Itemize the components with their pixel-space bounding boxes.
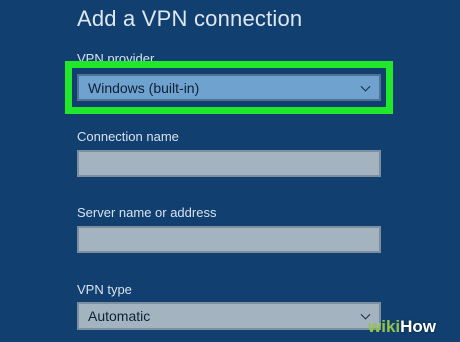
vpn-type-value: Automatic bbox=[88, 308, 151, 324]
connection-name-field[interactable] bbox=[77, 150, 381, 177]
wikihow-watermark: wiki How bbox=[364, 314, 456, 340]
vpn-provider-dropdown[interactable]: Windows (built-in) bbox=[77, 74, 381, 101]
chevron-down-icon bbox=[360, 81, 371, 92]
server-name-label: Server name or address bbox=[77, 205, 217, 220]
watermark-wiki-text: wiki bbox=[368, 317, 401, 336]
vpn-type-label: VPN type bbox=[77, 282, 132, 297]
server-name-field[interactable] bbox=[77, 226, 381, 253]
vpn-settings-page: Add a VPN connection VPN provider Window… bbox=[0, 0, 460, 342]
vpn-provider-value: Windows (built-in) bbox=[88, 79, 200, 96]
connection-name-input[interactable] bbox=[79, 152, 379, 175]
vpn-type-dropdown[interactable]: Automatic bbox=[77, 302, 381, 330]
watermark-how-text: How bbox=[400, 317, 437, 336]
page-title: Add a VPN connection bbox=[77, 6, 303, 31]
connection-name-label: Connection name bbox=[77, 129, 179, 144]
server-name-input[interactable] bbox=[79, 228, 379, 251]
